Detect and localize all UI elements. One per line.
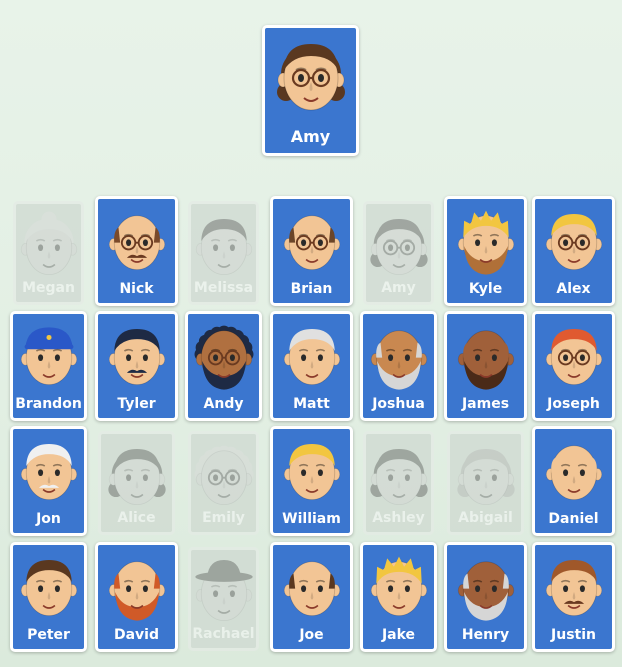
character-card-kyle[interactable]: Kyle — [444, 196, 527, 306]
face-brandon-icon — [20, 327, 77, 386]
character-card-joe[interactable]: Joe — [270, 542, 353, 652]
character-card-nick[interactable]: Nick — [95, 196, 178, 306]
face-alex-icon — [545, 214, 602, 271]
character-name: Andy — [203, 396, 244, 412]
character-card-henry[interactable]: Henry — [444, 542, 527, 652]
character-card-andy[interactable]: Andy — [185, 311, 262, 421]
character-card-joseph[interactable]: Joseph — [532, 311, 615, 421]
character-name: Joe — [299, 627, 324, 643]
character-card-tyler[interactable]: Tyler — [95, 311, 178, 421]
character-card-amy[interactable]: Amy — [363, 201, 434, 305]
character-name: William — [282, 511, 341, 527]
character-card-emily[interactable]: Emily — [188, 431, 259, 535]
face-daniel-icon — [545, 445, 602, 501]
face-joshua-icon — [370, 330, 427, 390]
character-name: Henry — [461, 627, 510, 643]
face-matt-icon — [283, 329, 340, 386]
face-brian-icon — [283, 215, 340, 271]
character-card-justin[interactable]: Justin — [532, 542, 615, 652]
character-name: Tyler — [117, 396, 156, 412]
face-nick-icon — [108, 215, 165, 271]
character-name: Jon — [36, 511, 61, 527]
character-name: Megan — [22, 280, 75, 296]
character-name: Amy — [381, 280, 416, 296]
face-megan-icon — [20, 211, 77, 276]
face-rachael-icon — [194, 560, 253, 622]
face-kyle-icon — [457, 210, 514, 275]
character-name: Kyle — [468, 281, 503, 297]
character-name: Joseph — [547, 396, 600, 412]
face-joe-icon — [283, 561, 340, 617]
face-emily-icon — [194, 445, 253, 506]
character-name: Alice — [117, 510, 156, 526]
face-jake-icon — [370, 556, 427, 617]
character-name: Peter — [27, 627, 70, 643]
face-henry-icon — [457, 561, 514, 621]
character-name: Justin — [551, 627, 596, 643]
character-card-brian[interactable]: Brian — [270, 196, 353, 306]
face-jon-icon — [20, 444, 77, 501]
character-name: Emily — [202, 510, 245, 526]
face-peter-icon — [20, 560, 77, 617]
face-ashley-icon — [369, 449, 428, 506]
character-name: Ashley — [372, 510, 425, 526]
face-william-icon — [283, 444, 340, 501]
character-card-peter[interactable]: Peter — [10, 542, 87, 652]
character-name: Abigail — [458, 510, 513, 526]
character-name: Daniel — [548, 511, 599, 527]
face-tyler-icon — [108, 329, 165, 386]
character-name: Alex — [556, 281, 591, 297]
character-card-melissa[interactable]: Melissa — [188, 201, 259, 305]
face-abigail-icon — [456, 449, 515, 506]
face-amy-icon — [369, 219, 428, 276]
face-alice-icon — [107, 449, 166, 506]
character-card-jon[interactable]: Jon — [10, 426, 87, 536]
character-card-joshua[interactable]: Joshua — [360, 311, 437, 421]
character-name: Joshua — [372, 396, 425, 412]
character-name: Matt — [293, 396, 330, 412]
character-card-jake[interactable]: Jake — [360, 542, 437, 652]
character-card-ashley[interactable]: Ashley — [363, 431, 434, 535]
character-card-megan[interactable]: Megan — [13, 201, 84, 305]
character-name: Jake — [381, 627, 416, 643]
character-card-alice[interactable]: Alice — [98, 431, 175, 535]
face-joseph-icon — [545, 329, 602, 386]
character-card-daniel[interactable]: Daniel — [532, 426, 615, 536]
face-melissa-icon — [195, 219, 252, 276]
character-card-david[interactable]: David — [95, 542, 178, 652]
character-name: Melissa — [193, 280, 254, 296]
character-name: James — [461, 396, 510, 412]
character-card-james[interactable]: James — [444, 311, 527, 421]
character-card-alex[interactable]: Alex — [532, 196, 615, 306]
character-name: Rachael — [192, 626, 255, 642]
target-name: Amy — [290, 127, 331, 146]
target-card: Amy — [262, 25, 359, 156]
face-james-icon — [457, 330, 514, 390]
character-card-abigail[interactable]: Abigail — [447, 431, 524, 535]
face-andy-icon — [194, 325, 253, 390]
character-name: Brian — [290, 281, 333, 297]
face-david-icon — [108, 561, 165, 621]
target-face-icon — [276, 44, 345, 111]
character-card-rachael[interactable]: Rachael — [188, 547, 259, 651]
face-justin-icon — [545, 560, 602, 617]
character-card-william[interactable]: William — [270, 426, 353, 536]
character-card-brandon[interactable]: Brandon — [10, 311, 87, 421]
character-card-matt[interactable]: Matt — [270, 311, 353, 421]
character-name: Brandon — [15, 396, 82, 412]
character-name: David — [113, 627, 159, 643]
character-name: Nick — [119, 281, 154, 297]
